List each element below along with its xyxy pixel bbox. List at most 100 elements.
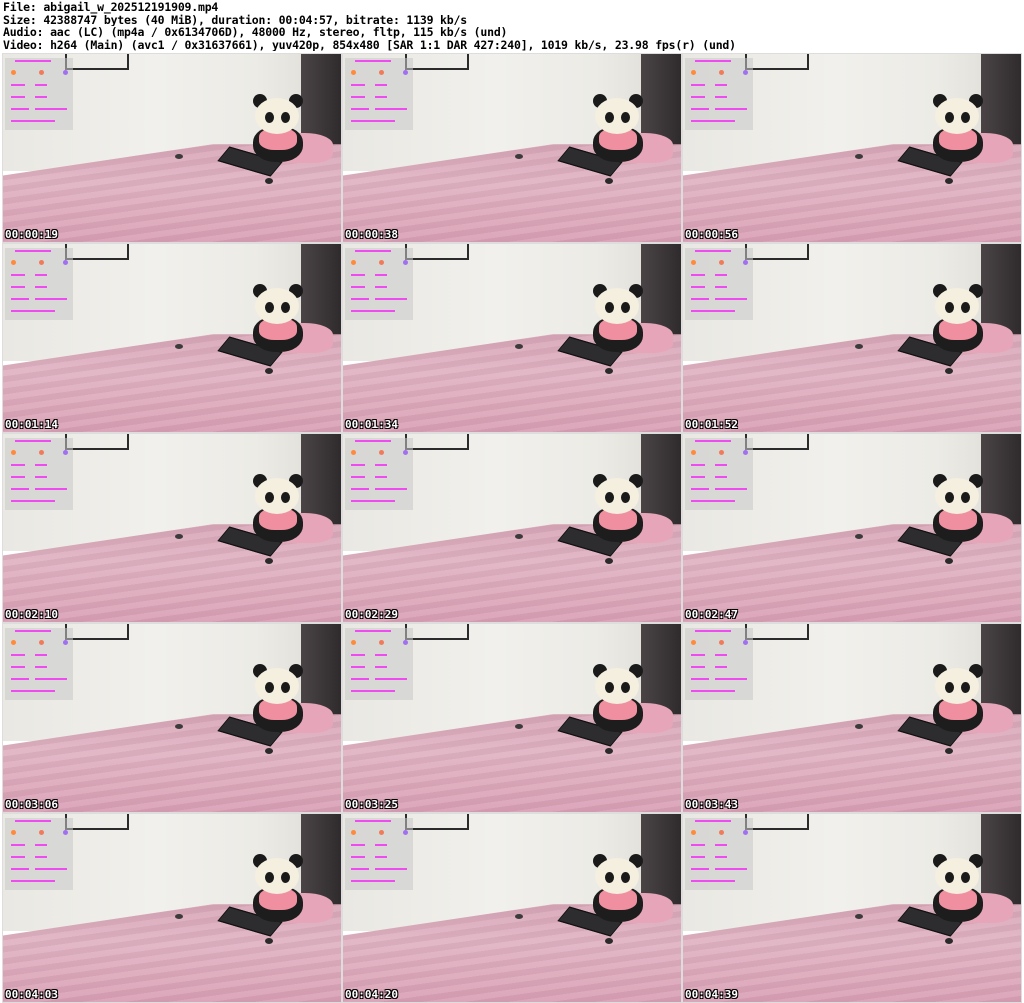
mouse: [945, 368, 953, 374]
small-object: [175, 914, 183, 919]
timestamp-label: 00:02:47: [685, 608, 738, 621]
panda-plush: [583, 92, 653, 164]
mouse: [265, 558, 273, 564]
stream-overlay-panel: [5, 628, 73, 700]
timestamp-label: 00:04:20: [345, 988, 398, 1001]
room-scene: [3, 434, 341, 622]
timestamp-label: 00:04:39: [685, 988, 738, 1001]
wall-frame: [405, 244, 469, 260]
wall-frame: [745, 814, 809, 830]
mouse: [945, 938, 953, 944]
small-object: [175, 154, 183, 159]
room-scene: [683, 624, 1021, 812]
wall-frame: [405, 624, 469, 640]
video-thumbnail[interactable]: 00:03:25: [342, 623, 682, 813]
small-object: [515, 154, 523, 159]
mouse: [945, 558, 953, 564]
video-thumbnail[interactable]: 00:03:43: [682, 623, 1022, 813]
wall-frame: [405, 434, 469, 450]
mouse: [265, 748, 273, 754]
timestamp-label: 00:04:03: [5, 988, 58, 1001]
video-thumbnail[interactable]: 00:03:06: [2, 623, 342, 813]
panda-plush: [243, 92, 313, 164]
stream-overlay-panel: [5, 248, 73, 320]
stream-overlay-panel: [685, 628, 753, 700]
small-object: [855, 724, 863, 729]
video-thumbnail[interactable]: 00:02:10: [2, 433, 342, 623]
mouse: [945, 748, 953, 754]
panda-plush: [583, 852, 653, 924]
wall-frame: [65, 434, 129, 450]
stream-overlay-panel: [345, 248, 413, 320]
small-object: [515, 724, 523, 729]
stream-overlay-panel: [5, 58, 73, 130]
video-thumbnail[interactable]: 00:02:29: [342, 433, 682, 623]
panda-plush: [923, 662, 993, 734]
video-thumbnail[interactable]: 00:01:34: [342, 243, 682, 433]
video-thumbnail[interactable]: 00:00:38: [342, 53, 682, 243]
video-thumbnail[interactable]: 00:01:14: [2, 243, 342, 433]
small-object: [515, 344, 523, 349]
video-line: Video: h264 (Main) (avc1 / 0x31637661), …: [3, 38, 736, 51]
video-thumbnail[interactable]: 00:04:20: [342, 813, 682, 1003]
timestamp-label: 00:01:34: [345, 418, 398, 431]
small-object: [175, 724, 183, 729]
video-thumbnail[interactable]: 00:00:56: [682, 53, 1022, 243]
wall-frame: [745, 434, 809, 450]
file-name-line: File: abigail_w_202512191909.mp4: [3, 1, 219, 14]
room-scene: [343, 624, 681, 812]
timestamp-label: 00:02:29: [345, 608, 398, 621]
panda-plush: [583, 472, 653, 544]
small-object: [175, 344, 183, 349]
audio-line: Audio: aac (LC) (mp4a / 0x6134706D), 480…: [3, 26, 508, 39]
wall-frame: [405, 54, 469, 70]
mouse: [265, 938, 273, 944]
wall-frame: [65, 624, 129, 640]
room-scene: [343, 54, 681, 242]
timestamp-label: 00:03:43: [685, 798, 738, 811]
small-object: [855, 534, 863, 539]
timestamp-label: 00:01:52: [685, 418, 738, 431]
timestamp-label: 00:01:14: [5, 418, 58, 431]
wall-frame: [65, 244, 129, 260]
timestamp-label: 00:00:19: [5, 228, 58, 241]
stream-overlay-panel: [345, 628, 413, 700]
timestamp-label: 00:03:25: [345, 798, 398, 811]
panda-plush: [923, 852, 993, 924]
mouse: [605, 938, 613, 944]
panda-plush: [243, 472, 313, 544]
thumbnail-grid: 00:00:19 00:00:38 00:00:56 00:01:14 00:0…: [2, 53, 1022, 1003]
room-scene: [343, 434, 681, 622]
wall-frame: [65, 814, 129, 830]
mouse: [605, 558, 613, 564]
video-thumbnail[interactable]: 00:01:52: [682, 243, 1022, 433]
room-scene: [683, 244, 1021, 432]
panda-plush: [583, 662, 653, 734]
video-thumbnail[interactable]: 00:04:03: [2, 813, 342, 1003]
room-scene: [683, 54, 1021, 242]
timestamp-label: 00:03:06: [5, 798, 58, 811]
panda-plush: [923, 472, 993, 544]
stream-overlay-panel: [685, 818, 753, 890]
room-scene: [3, 624, 341, 812]
wall-frame: [745, 624, 809, 640]
timestamp-label: 00:00:56: [685, 228, 738, 241]
room-scene: [3, 244, 341, 432]
wall-frame: [745, 54, 809, 70]
stream-overlay-panel: [5, 438, 73, 510]
panda-plush: [243, 282, 313, 354]
panda-plush: [923, 92, 993, 164]
stream-overlay-panel: [345, 818, 413, 890]
video-thumbnail[interactable]: 00:02:47: [682, 433, 1022, 623]
panda-plush: [243, 662, 313, 734]
video-thumbnail[interactable]: 00:00:19: [2, 53, 342, 243]
small-object: [515, 534, 523, 539]
small-object: [515, 914, 523, 919]
stream-overlay-panel: [345, 58, 413, 130]
room-scene: [683, 434, 1021, 622]
timestamp-label: 00:00:38: [345, 228, 398, 241]
size-line: Size: 42388747 bytes (40 MiB), duration:…: [3, 13, 467, 26]
panda-plush: [923, 282, 993, 354]
video-thumbnail[interactable]: 00:04:39: [682, 813, 1022, 1003]
room-scene: [343, 814, 681, 1002]
